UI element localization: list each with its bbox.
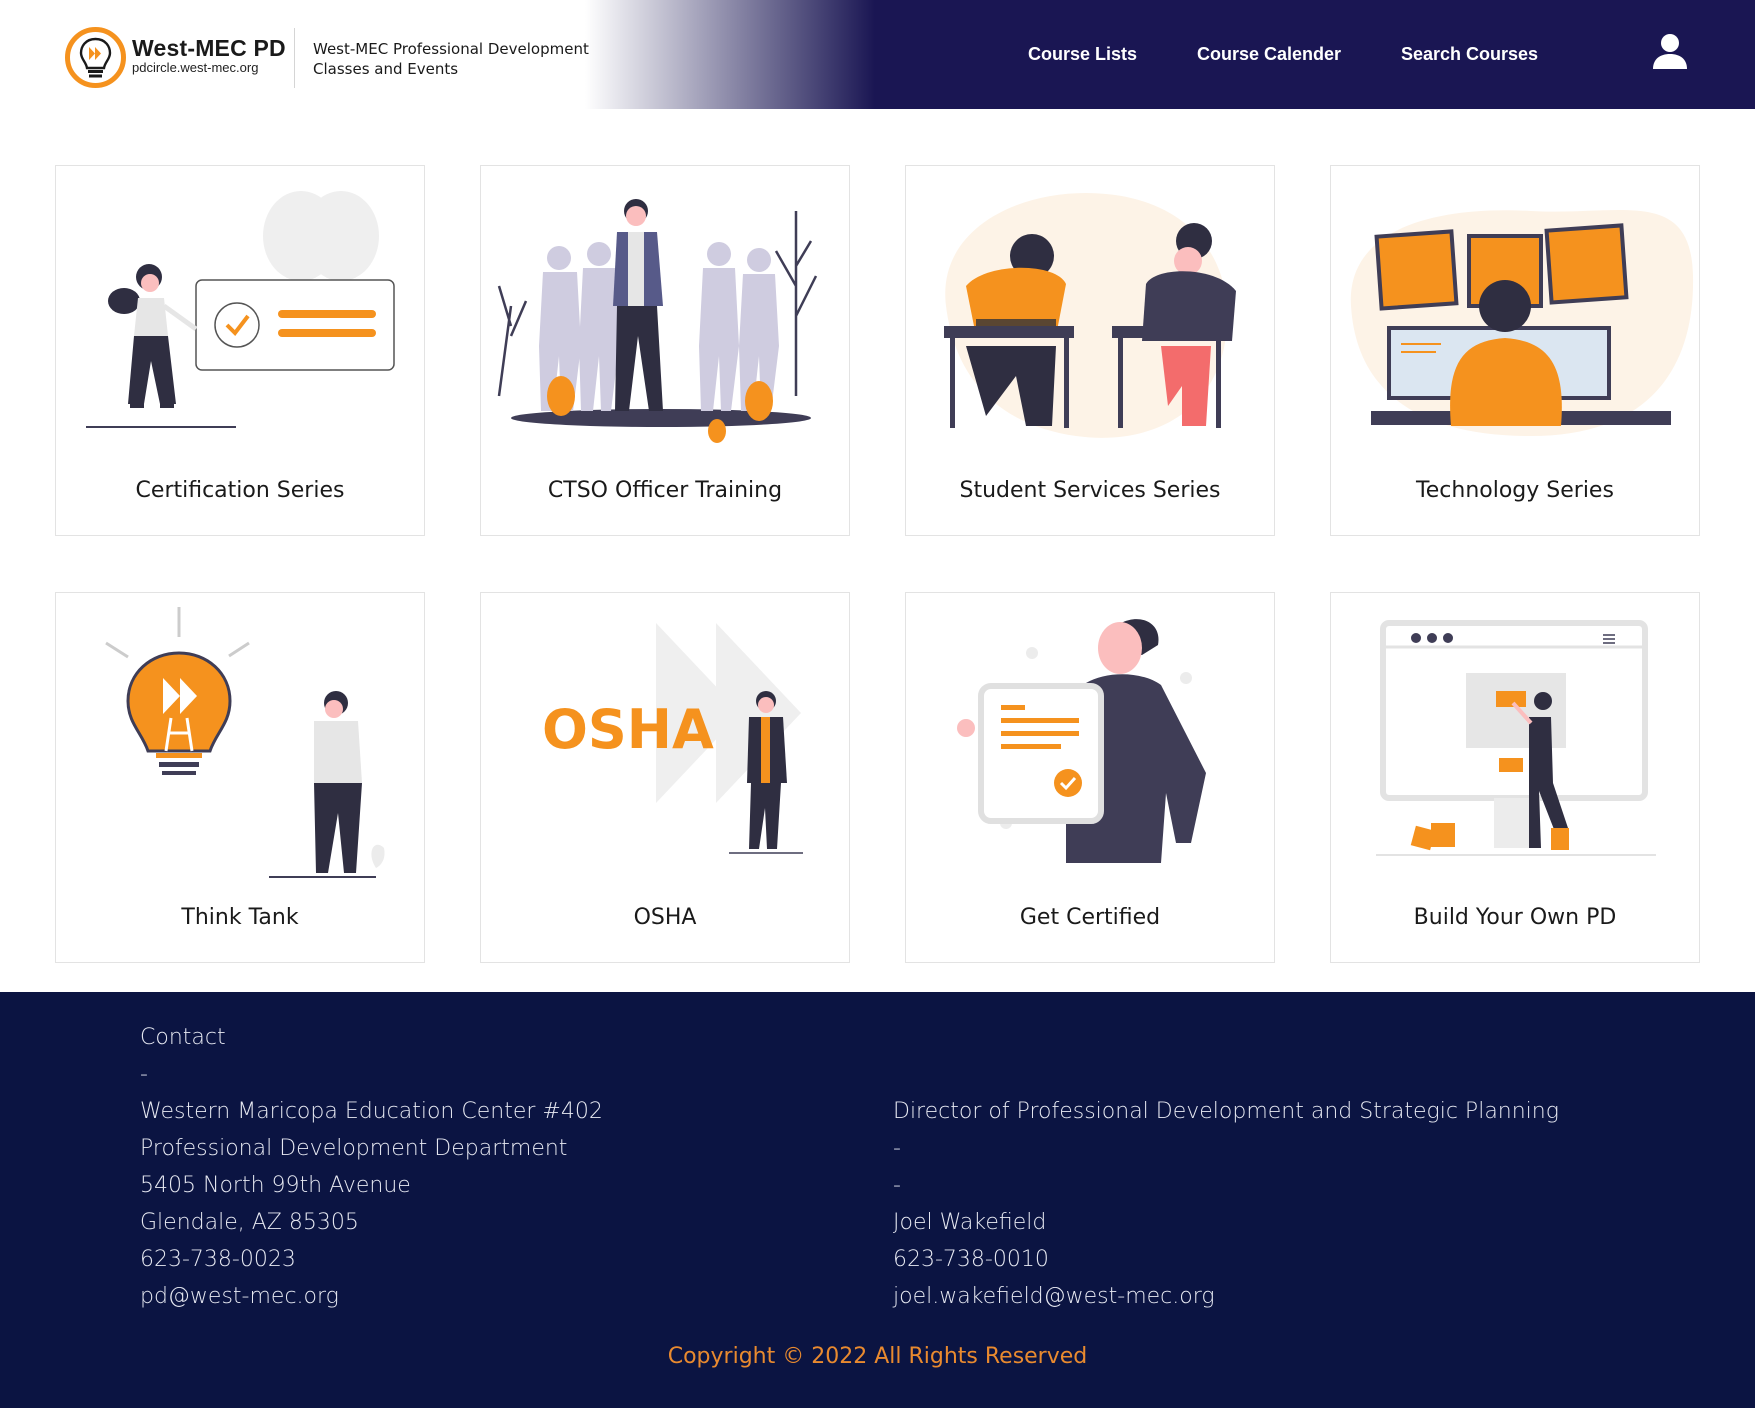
osha-art-text: OSHA: [542, 698, 714, 761]
card-build-your-own-pd[interactable]: Build Your Own PD: [1330, 592, 1700, 963]
brand[interactable]: West-MEC PD pdcircle.west-mec.org: [132, 35, 286, 75]
footer-director-name: Joel Wakefield: [893, 1210, 1047, 1235]
west-mec-logo-icon[interactable]: [64, 26, 127, 89]
footer-director-title: Director of Professional Development and…: [893, 1099, 1559, 1124]
footer-email-link[interactable]: pd@west-mec.org: [140, 1284, 339, 1309]
header-divider: [294, 28, 295, 88]
footer-director-email-link[interactable]: joel.wakefield@west-mec.org: [893, 1284, 1215, 1309]
card-label: Student Services Series: [959, 478, 1221, 503]
certificate-illustration-icon: [86, 191, 395, 428]
group-leader-illustration-icon: [497, 199, 818, 443]
footer-contact-heading: Contact: [140, 1025, 226, 1050]
nav-search-courses[interactable]: Search Courses: [1401, 44, 1538, 65]
footer-street-address: 5405 North 99th Avenue: [140, 1173, 411, 1198]
footer-right-dash-1: -: [893, 1136, 901, 1161]
footer-phone-link[interactable]: 623-738-0023: [140, 1247, 296, 1272]
card-get-certified[interactable]: Get Certified: [905, 592, 1275, 963]
nav-course-lists[interactable]: Course Lists: [1028, 44, 1137, 65]
students-desk-illustration-icon: [944, 192, 1236, 438]
brand-title: West-MEC PD: [132, 35, 286, 61]
user-icon[interactable]: [1650, 31, 1690, 71]
card-label: OSHA: [633, 905, 697, 930]
monitors-illustration-icon: [1350, 210, 1694, 436]
lightbulb-illustration-icon: [105, 607, 385, 878]
footer-director-phone-link[interactable]: 623-738-0010: [893, 1247, 1049, 1272]
card-label: Get Certified: [1019, 905, 1161, 930]
card-label: Technology Series: [1416, 478, 1614, 503]
certified-person-illustration-icon: [957, 619, 1206, 863]
footer-org-name: Western Maricopa Education Center #402: [140, 1099, 603, 1124]
card-label: Certification Series: [135, 478, 345, 503]
card-technology-series[interactable]: Technology Series: [1330, 165, 1700, 536]
tagline-line-1: West-MEC Professional Development: [313, 40, 589, 58]
tagline-line-2: Classes and Events: [313, 60, 459, 78]
card-certification-series[interactable]: Certification Series: [55, 165, 425, 536]
card-student-services-series[interactable]: Student Services Series: [905, 165, 1275, 536]
builder-illustration-icon: [1376, 620, 1656, 856]
brand-url: pdcircle.west-mec.org: [132, 60, 259, 75]
card-osha[interactable]: OSHA OSHA: [480, 592, 850, 963]
footer-left-dash: -: [140, 1062, 148, 1087]
nav-course-calender[interactable]: Course Calender: [1197, 44, 1341, 65]
card-label: CTSO Officer Training: [547, 478, 783, 503]
site-header: West-MEC PD pdcircle.west-mec.org West-M…: [0, 0, 1755, 109]
card-label: Think Tank: [181, 905, 299, 930]
copyright-text: Copyright © 2022 All Rights Reserved: [667, 1344, 1088, 1369]
card-label: Build Your Own PD: [1413, 905, 1617, 930]
card-think-tank[interactable]: Think Tank: [55, 592, 425, 963]
footer-right-dash-2: -: [893, 1173, 901, 1198]
footer-city-state: Glendale, AZ 85305: [140, 1210, 359, 1235]
osha-illustration-icon: OSHA: [542, 623, 803, 854]
footer-department: Professional Development Department: [140, 1136, 568, 1161]
site-tagline: West-MEC Professional Development Classe…: [313, 39, 589, 79]
card-ctso-officer-training[interactable]: CTSO Officer Training: [480, 165, 850, 536]
